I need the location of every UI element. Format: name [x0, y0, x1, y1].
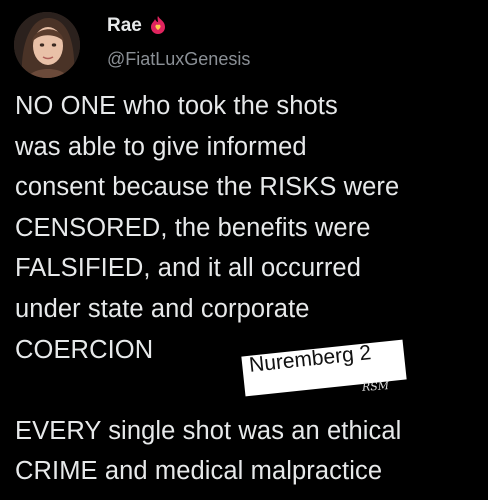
tweet-text-line: NO ONE who took the shots: [15, 92, 338, 120]
author-handle[interactable]: @FiatLuxGenesis: [107, 49, 250, 70]
author-display-name[interactable]: Rae: [107, 15, 142, 37]
flame-heart-icon: [147, 14, 169, 36]
tweet-text: NO ONE who took the shots was able to gi…: [15, 86, 485, 492]
tweet-text-line: CRIME and medical malpractice: [15, 457, 383, 486]
tweet-text-line: FALSIFIED, and it all occurred: [15, 254, 361, 283]
avatar-image: [14, 12, 80, 78]
avatar[interactable]: [14, 12, 80, 78]
tweet-text-line: under state and corporate: [15, 294, 310, 323]
tweet-text-line: CENSORED, the benefits were: [15, 213, 371, 242]
tweet-text-line: consent because the RISKS were: [15, 173, 400, 202]
tweet-text-line: was able to give informed: [15, 132, 307, 161]
overlay-signature: RSM: [361, 379, 390, 394]
tweet-text-line: EVERY single shot was an ethical: [15, 416, 402, 445]
tweet-card: Rae @FiatLuxGenesis NO ONE who took the …: [0, 0, 488, 500]
